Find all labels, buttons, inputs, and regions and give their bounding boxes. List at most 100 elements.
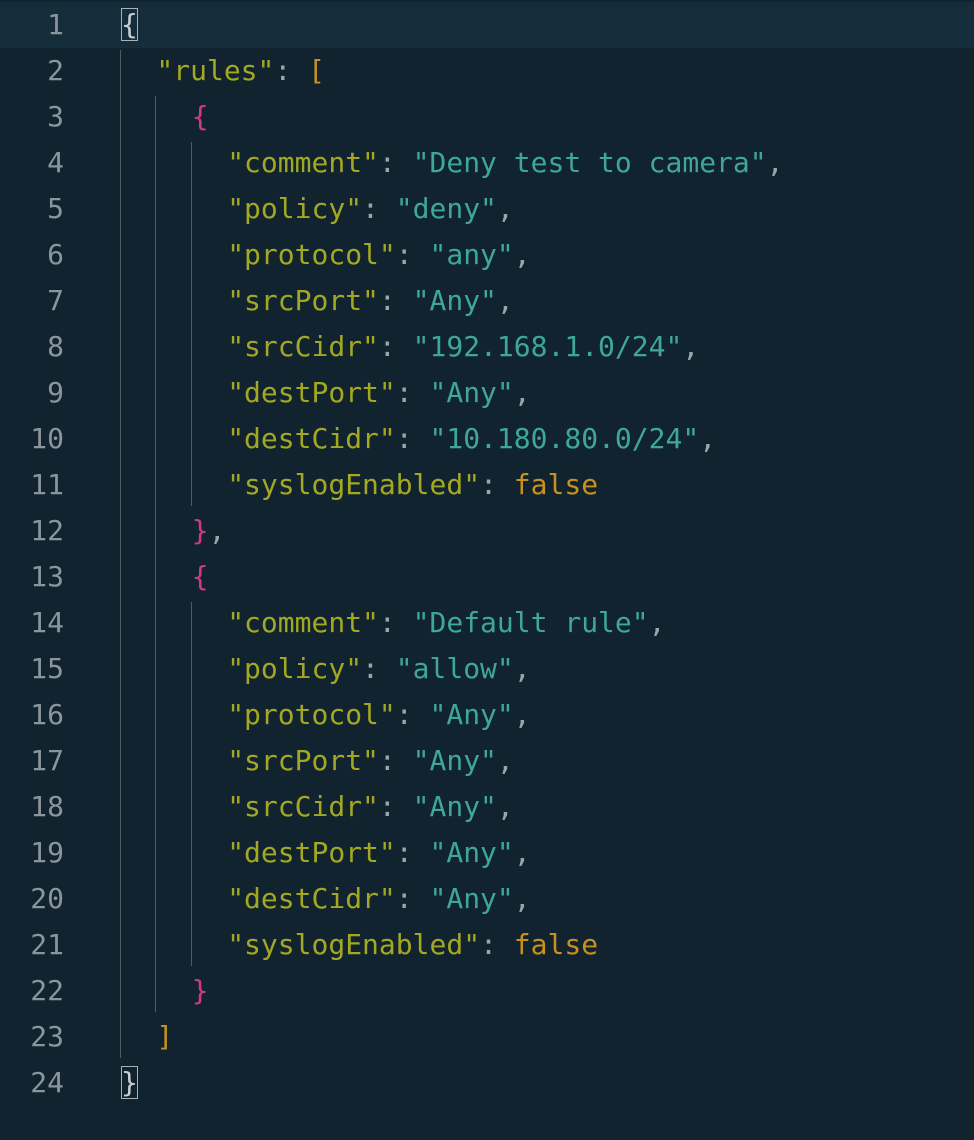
code-line[interactable]: 13 { xyxy=(0,554,974,600)
indent-guide xyxy=(120,50,121,1058)
code-token: "Default rule" xyxy=(412,606,649,639)
line-number: 24 xyxy=(30,1066,64,1099)
code-token: "policy" xyxy=(227,192,363,225)
code-text: "srcCidr": "192.168.1.0/24", xyxy=(227,324,699,370)
code-line[interactable]: 15 "policy": "allow", xyxy=(0,646,974,692)
code-line[interactable]: 22} xyxy=(0,968,974,1014)
code-line[interactable]: 1{ xyxy=(0,2,974,48)
code-text: "destPort": "Any", xyxy=(227,370,530,416)
code-token: "destPort" xyxy=(227,376,396,409)
code-line[interactable]: 7 "srcPort": "Any", xyxy=(0,278,974,324)
code-line[interactable]: 8 "srcCidr": "192.168.1.0/24", xyxy=(0,324,974,370)
code-token: "srcCidr" xyxy=(227,790,379,823)
code-text: "comment": "Default rule", xyxy=(227,600,665,646)
code-token: , xyxy=(513,882,531,915)
line-number: 11 xyxy=(30,468,64,501)
code-token: "allow" xyxy=(395,652,514,685)
code-token: "Any" xyxy=(412,284,497,317)
code-line[interactable]: 3{ xyxy=(0,94,974,140)
code-token: , xyxy=(766,146,784,179)
line-number: 8 xyxy=(47,330,64,363)
code-text: "rules": [ xyxy=(156,48,325,94)
code-line[interactable]: 11 "syslogEnabled": false xyxy=(0,462,974,508)
code-token: : xyxy=(378,606,413,639)
code-token: : xyxy=(395,882,430,915)
code-token: "rules" xyxy=(156,54,275,87)
code-line[interactable]: 10 "destCidr": "10.180.80.0/24", xyxy=(0,416,974,462)
code-text: "protocol": "Any", xyxy=(227,692,530,738)
code-token: , xyxy=(496,284,514,317)
code-line[interactable]: 2 "rules": [ xyxy=(0,48,974,94)
code-text: "srcPort": "Any", xyxy=(227,738,514,784)
line-number: 10 xyxy=(30,422,64,455)
line-number: 12 xyxy=(30,514,64,547)
code-token: : xyxy=(395,698,430,731)
code-token: "srcCidr" xyxy=(227,330,379,363)
code-token: "protocol" xyxy=(227,698,396,731)
code-token: , xyxy=(496,744,514,777)
code-line[interactable]: 19 "destPort": "Any", xyxy=(0,830,974,876)
indent-guide xyxy=(191,142,192,506)
code-token: "comment" xyxy=(227,606,379,639)
code-line[interactable]: 23] xyxy=(0,1014,974,1060)
code-token: , xyxy=(513,376,531,409)
code-line[interactable]: 6 "protocol": "any", xyxy=(0,232,974,278)
code-token: ] xyxy=(156,1020,174,1053)
code-token: "srcPort" xyxy=(227,284,379,317)
code-line[interactable]: 18 "srcCidr": "Any", xyxy=(0,784,974,830)
code-token: : xyxy=(378,330,413,363)
code-token: "Any" xyxy=(429,698,514,731)
code-token: : xyxy=(395,836,430,869)
code-line[interactable]: 9 "destPort": "Any", xyxy=(0,370,974,416)
code-token: : xyxy=(378,790,413,823)
code-token: : xyxy=(395,422,430,455)
code-token: "any" xyxy=(429,238,514,271)
code-line[interactable]: 14 "comment": "Default rule", xyxy=(0,600,974,646)
line-number: 17 xyxy=(30,744,64,777)
code-token: "Any" xyxy=(429,882,514,915)
code-token: : xyxy=(378,146,413,179)
code-line[interactable]: 20 "destCidr": "Any", xyxy=(0,876,974,922)
code-line[interactable]: 21 "syslogEnabled": false xyxy=(0,922,974,968)
line-number: 3 xyxy=(47,100,64,133)
code-line[interactable]: 17 "srcPort": "Any", xyxy=(0,738,974,784)
line-number: 23 xyxy=(30,1020,64,1053)
code-token: , xyxy=(513,652,531,685)
code-token: , xyxy=(513,698,531,731)
code-text: } xyxy=(121,1060,138,1106)
code-token: "Any" xyxy=(412,744,497,777)
code-line[interactable]: 12}, xyxy=(0,508,974,554)
code-token: , xyxy=(699,422,717,455)
code-text: "policy": "deny", xyxy=(227,186,514,232)
code-editor[interactable]: 1{2 "rules": [3{4 "comment": "Deny test to… xyxy=(0,0,974,1140)
line-number: 4 xyxy=(47,146,64,179)
code-line[interactable]: 5 "policy": "deny", xyxy=(0,186,974,232)
code-token: "destCidr" xyxy=(227,422,396,455)
line-number: 22 xyxy=(30,974,64,1007)
code-token: "Any" xyxy=(429,836,514,869)
code-token: "192.168.1.0/24" xyxy=(412,330,683,363)
code-token: "destCidr" xyxy=(227,882,396,915)
code-token: , xyxy=(513,836,531,869)
code-token: } xyxy=(191,514,209,547)
code-token: : xyxy=(378,744,413,777)
line-number: 21 xyxy=(30,928,64,961)
code-token: "syslogEnabled" xyxy=(227,928,481,961)
line-number: 5 xyxy=(47,192,64,225)
code-token: } xyxy=(191,974,209,1007)
code-text: { xyxy=(192,94,209,140)
code-line[interactable]: 4 "comment": "Deny test to camera", xyxy=(0,140,974,186)
code-line[interactable]: 24} xyxy=(0,1060,974,1106)
code-token: : xyxy=(480,928,514,961)
code-token: , xyxy=(682,330,700,363)
code-text: "destPort": "Any", xyxy=(227,830,530,876)
code-line[interactable]: 16 "protocol": "Any", xyxy=(0,692,974,738)
code-text: "destCidr": "10.180.80.0/24", xyxy=(227,416,716,462)
code-token: false xyxy=(513,468,599,501)
code-text: } xyxy=(192,968,209,1014)
line-number: 6 xyxy=(47,238,64,271)
code-token: : xyxy=(395,376,430,409)
code-token: : xyxy=(362,192,396,225)
code-token: "destPort" xyxy=(227,836,396,869)
line-number: 2 xyxy=(47,54,64,87)
